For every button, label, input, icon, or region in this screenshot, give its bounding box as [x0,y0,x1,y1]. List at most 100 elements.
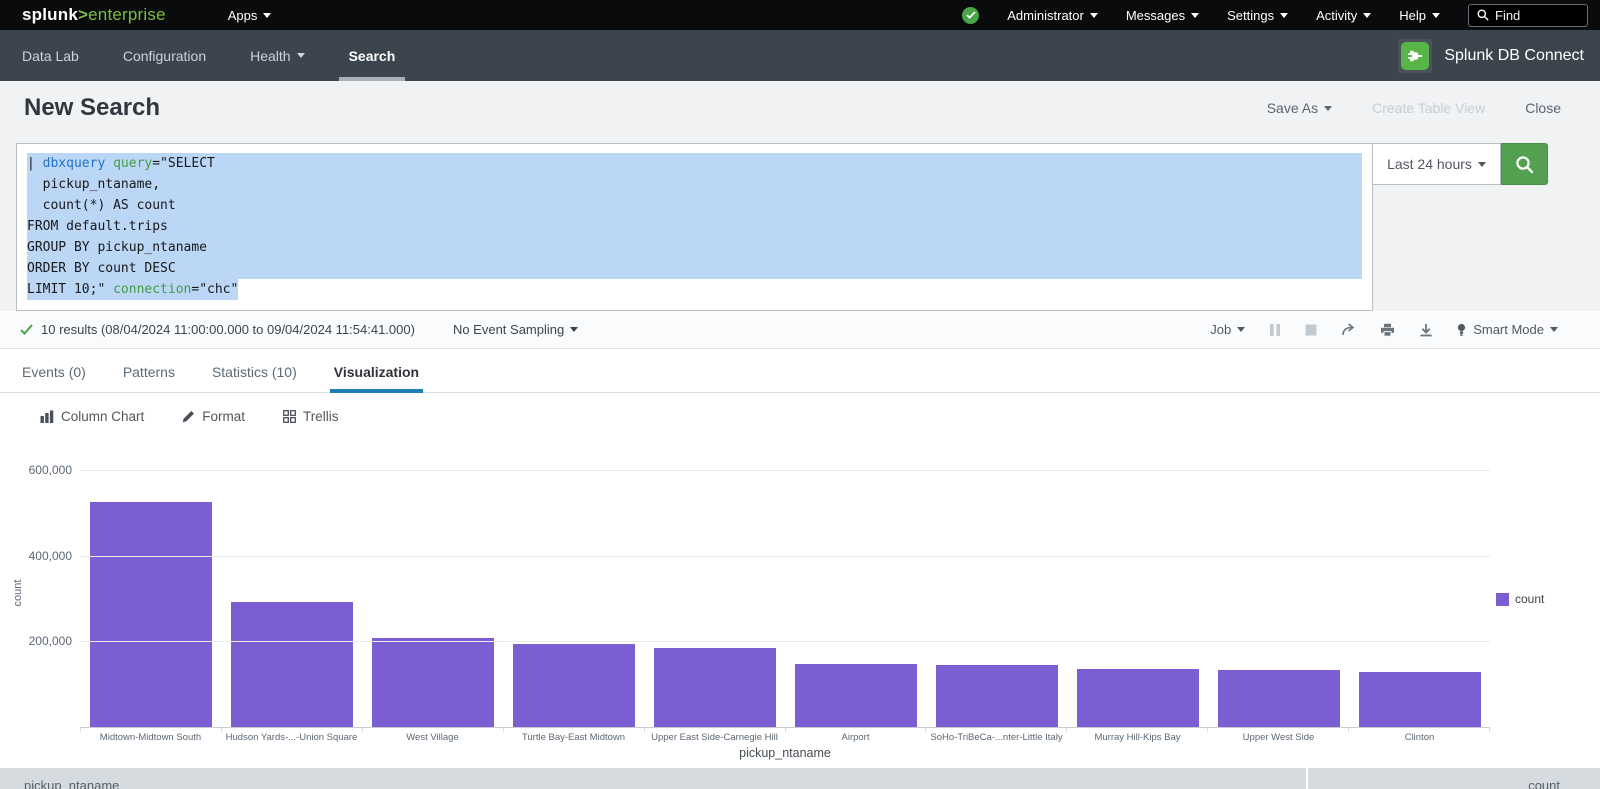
export-button[interactable] [1419,323,1433,337]
y-axis-title: count [12,563,24,623]
search-icon [1515,155,1534,174]
nav-item-configuration[interactable]: Configuration [123,30,206,81]
query-token: GROUP BY pickup_ntaname [27,240,207,255]
tab-statistics[interactable]: Statistics (10) [210,364,299,392]
query-line: pickup_ntaname, [27,174,1362,195]
print-button[interactable] [1380,323,1395,337]
event-sampling-menu[interactable]: No Event Sampling [453,322,578,337]
health-status-icon[interactable] [962,7,979,24]
query-token: pickup_ntaname, [27,177,160,192]
bar-column [1067,470,1208,727]
menu-help[interactable]: Help [1399,8,1440,23]
chart-legend[interactable]: count [1496,592,1544,606]
chart-bar[interactable] [513,644,635,727]
chart-bar[interactable] [1218,670,1340,727]
apps-menu-label: Apps [228,8,258,23]
column-header-count[interactable]: count [1308,768,1600,789]
tab-patterns[interactable]: Patterns [121,364,177,392]
query-token: dbxquery [43,156,106,171]
close-button[interactable]: Close [1525,100,1561,116]
gridline [80,556,1490,557]
chart-bar[interactable] [1077,669,1199,727]
page-header: New Search Save As Create Table View Clo… [0,81,1600,135]
query-token: FROM default.trips [27,219,168,234]
chart-type-label: Column Chart [61,409,144,424]
chevron-down-icon [1280,13,1288,18]
x-axis-title: pickup_ntaname [80,746,1490,760]
share-button[interactable] [1341,323,1356,337]
chevron-down-icon [1324,106,1332,111]
nav-item-search[interactable]: Search [349,30,396,81]
results-tabs: Events (0) Patterns Statistics (10) Visu… [0,349,1600,393]
chevron-down-icon [1363,13,1371,18]
column-header-pickup-ntaname[interactable]: pickup_ntaname [0,768,1308,789]
menu-settings-label: Settings [1227,8,1274,23]
menu-activity[interactable]: Activity [1316,8,1371,23]
save-as-button[interactable]: Save As [1267,100,1332,116]
search-query-input[interactable]: | dbxquery query="SELECT pickup_ntaname,… [16,143,1373,311]
bar-column [80,470,221,727]
nav-item-label: Health [250,48,290,64]
column-chart-icon [40,410,54,423]
nav-item-label: Search [349,48,396,64]
menu-activity-label: Activity [1316,8,1357,23]
chevron-down-icon [1191,13,1199,18]
chevron-down-icon [1550,327,1558,332]
chart-bar[interactable] [795,664,917,727]
run-search-button[interactable] [1501,143,1548,185]
x-axis-label: Clinton [1349,732,1490,743]
menu-settings[interactable]: Settings [1227,8,1288,23]
chart-bar[interactable] [372,638,494,727]
query-line: GROUP BY pickup_ntaname [27,237,1362,258]
chart-bar[interactable] [1359,672,1481,727]
tab-visualization[interactable]: Visualization [332,364,421,392]
db-connect-plug-icon [1401,42,1429,70]
query-token: LIMIT 10;" [27,282,113,297]
chart-type-button[interactable]: Column Chart [40,409,144,424]
tab-events[interactable]: Events (0) [20,364,88,392]
query-token: count(*) AS count [27,198,176,213]
chart-bar[interactable] [231,602,353,727]
viz-controls: Column Chart Format Trellis [0,393,1600,440]
gridline [80,641,1490,642]
chevron-down-icon [263,13,271,18]
query-token: connection [113,282,191,297]
menu-help-label: Help [1399,8,1426,23]
chart-bar[interactable] [654,648,776,727]
menu-administrator[interactable]: Administrator [1007,8,1098,23]
format-button[interactable]: Format [182,409,245,424]
save-as-label: Save As [1267,100,1318,116]
trellis-grid-icon [283,410,296,423]
query-line: FROM default.trips [27,216,1362,237]
nav-item-data-lab[interactable]: Data Lab [22,30,79,81]
stop-button[interactable] [1305,324,1317,336]
pencil-icon [182,410,195,423]
query-token: query [113,156,152,171]
bar-column [785,470,926,727]
pause-icon [1269,323,1281,337]
app-icon-backdrop [1398,39,1432,73]
apps-menu[interactable]: Apps [228,8,272,23]
find-searchbox[interactable] [1468,4,1588,27]
chart-bar[interactable] [936,665,1058,727]
check-icon [966,11,976,19]
menu-messages[interactable]: Messages [1126,8,1199,23]
active-nav-underline [339,77,406,81]
trellis-button[interactable]: Trellis [283,409,339,424]
chevron-down-icon [1478,162,1486,167]
chevron-down-icon [1432,13,1440,18]
smart-mode-menu[interactable]: Smart Mode [1457,322,1558,337]
find-input[interactable] [1495,8,1579,23]
time-range-picker[interactable]: Last 24 hours [1373,143,1501,185]
bar-column [1349,470,1490,727]
chart-bar[interactable] [90,502,212,727]
chevron-down-icon [570,327,578,332]
x-axis-label: Upper West Side [1208,732,1349,743]
nav-item-health[interactable]: Health [250,30,304,81]
pause-button[interactable] [1269,323,1281,337]
splunk-logo[interactable]: splunk>enterprise [22,5,166,25]
query-line: | dbxquery query="SELECT [27,153,1362,174]
chevron-down-icon [1237,327,1245,332]
job-menu[interactable]: Job [1210,322,1245,337]
nav-item-label: Configuration [123,48,206,64]
